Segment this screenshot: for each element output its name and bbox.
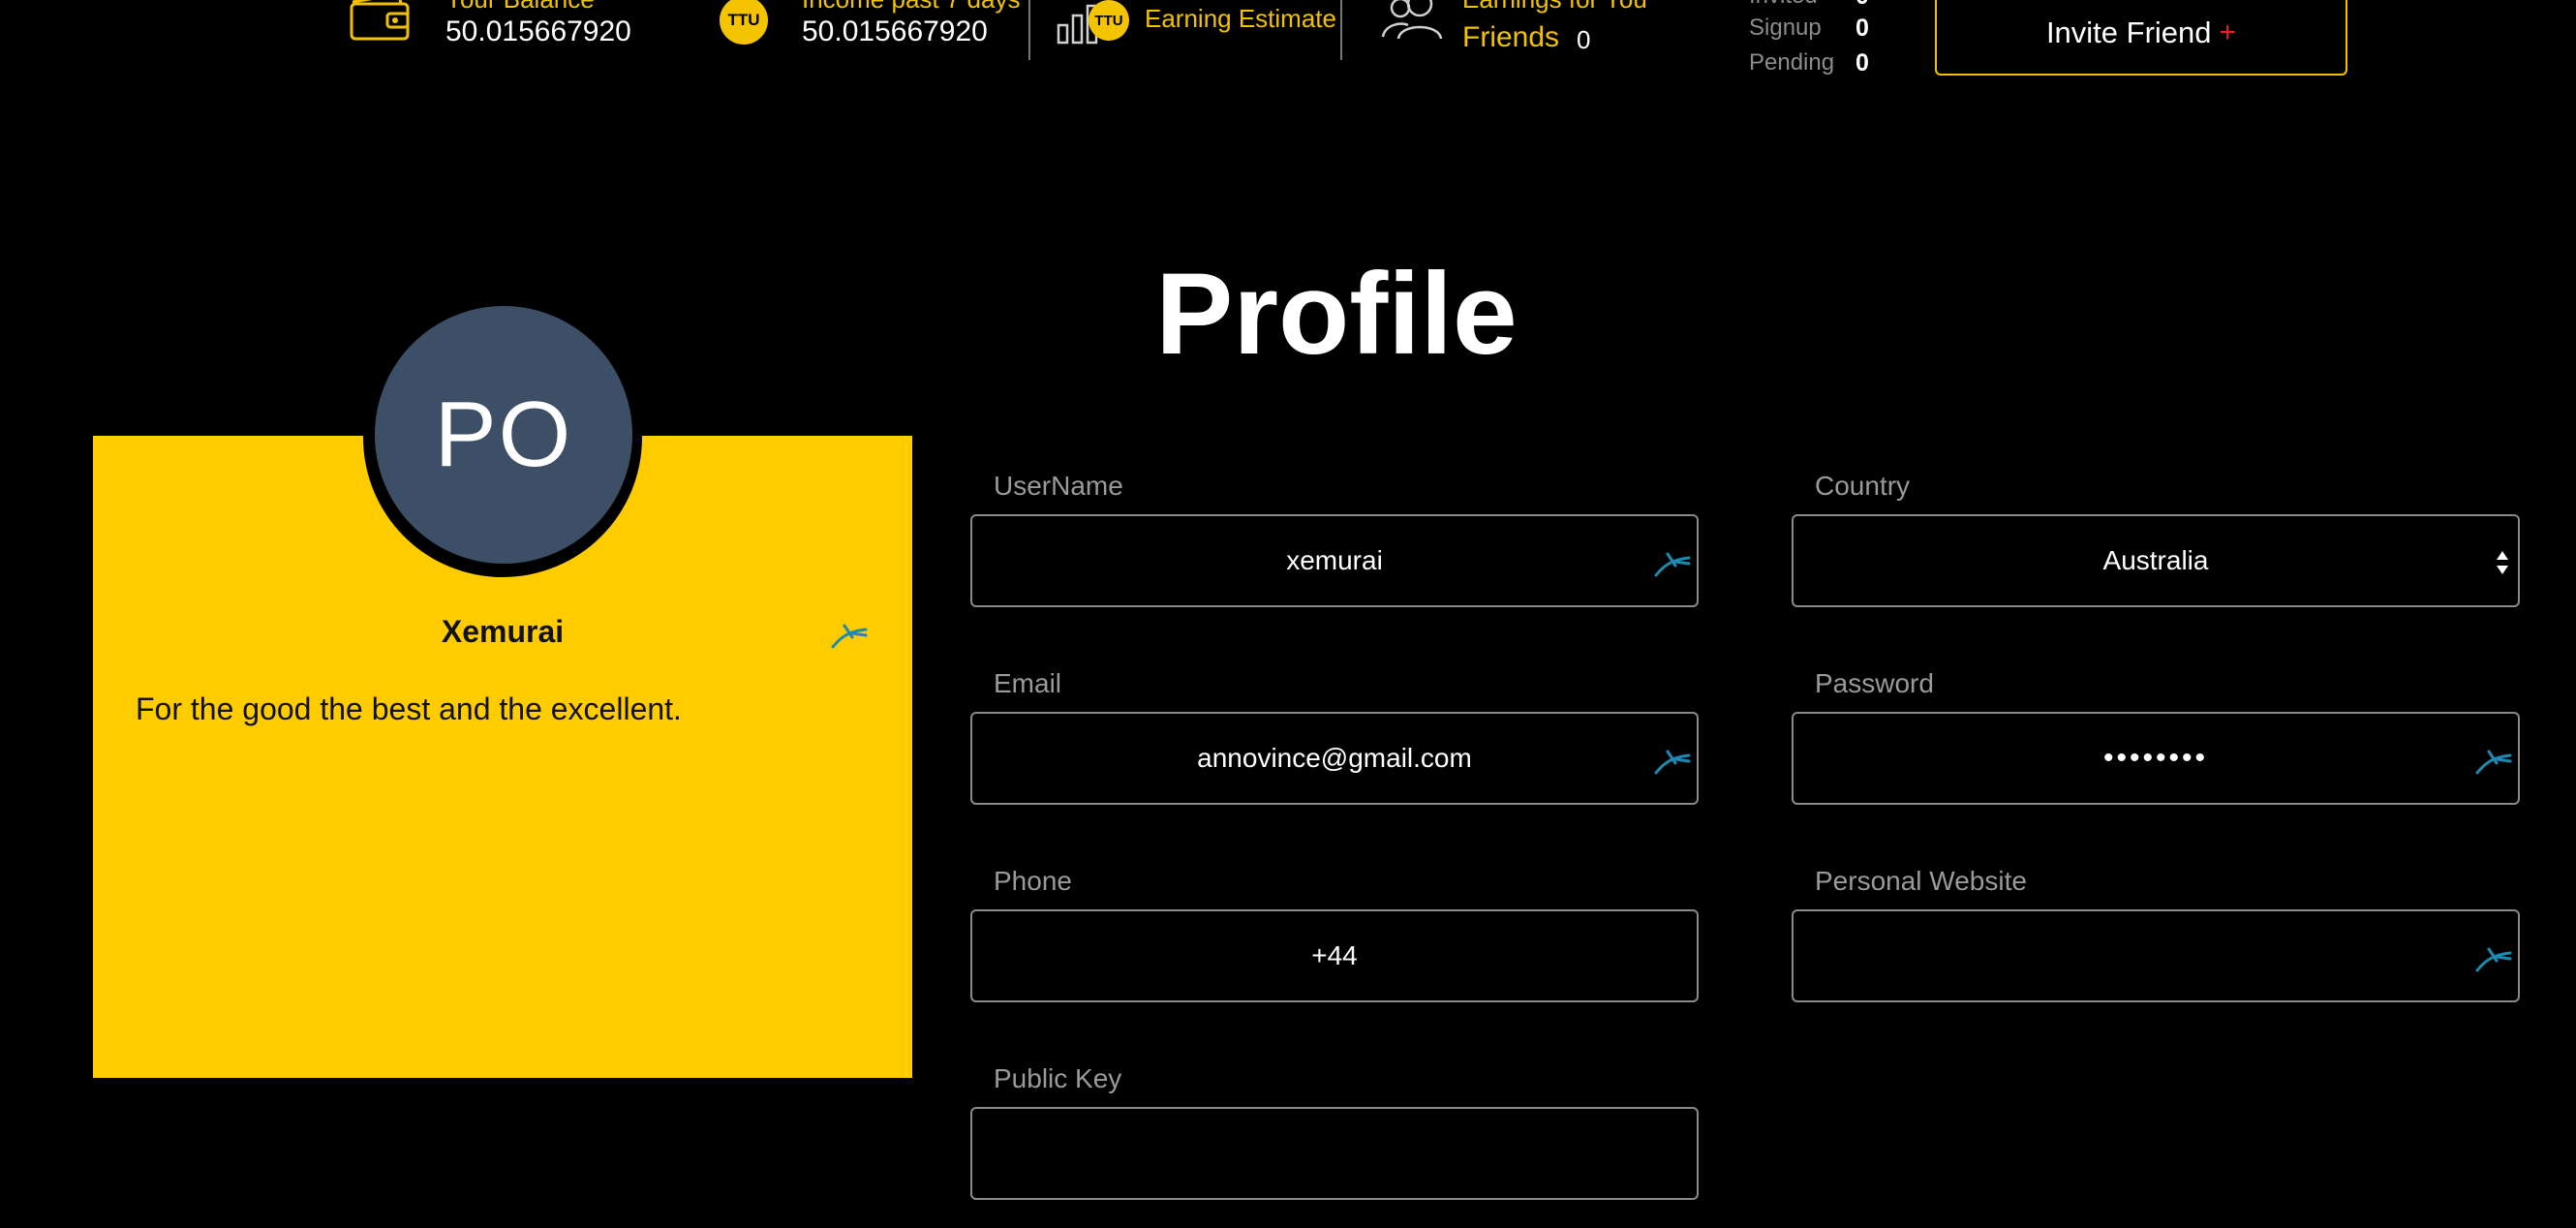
users-icon: [1381, 0, 1443, 40]
edit-icon[interactable]: [2475, 746, 2514, 775]
friends-label: Friends: [1462, 21, 1560, 53]
plus-icon: +: [2219, 16, 2237, 48]
select-arrows-icon: [2497, 551, 2508, 574]
page-title: Profile: [1155, 249, 1518, 379]
stats-divider: [1028, 0, 1030, 60]
edit-icon[interactable]: [2475, 943, 2514, 972]
profile-page: Your Balance 50.015667920 TTU Income pas…: [0, 0, 2576, 1228]
username-field[interactable]: xemurai: [970, 514, 1699, 607]
earning-coin-icon: TTU: [1089, 0, 1129, 41]
friends-value: 0: [1577, 25, 1591, 54]
username-value: xemurai: [1286, 545, 1383, 575]
password-label: Password: [1815, 668, 1934, 698]
signup-value: 0: [1855, 15, 1869, 42]
email-field[interactable]: annovince@gmail.com: [970, 712, 1699, 805]
phone-field[interactable]: +44: [970, 909, 1699, 1002]
avatar[interactable]: PO: [375, 306, 632, 564]
phone-label: Phone: [994, 866, 1072, 896]
country-select[interactable]: Australia: [1792, 514, 2520, 607]
balance-value: 50.015667920: [445, 15, 631, 47]
country-label: Country: [1815, 471, 1911, 501]
edit-icon[interactable]: [1654, 548, 1693, 577]
country-value: Australia: [2102, 545, 2209, 575]
balance-caption: Your Balance: [445, 0, 595, 15]
profile-name: Xemurai: [441, 614, 565, 649]
profile-bio: For the good the best and the excellent.: [136, 691, 682, 726]
email-label: Email: [994, 668, 1062, 698]
edit-icon[interactable]: [1654, 746, 1693, 775]
invited-label: Invited: [1749, 0, 1818, 10]
friends-caption: Earnings for You: [1462, 0, 1647, 15]
invite-friend-label: Invite Friend: [2045, 15, 2212, 49]
pending-label: Pending: [1749, 49, 1835, 76]
website-field[interactable]: [1792, 909, 2520, 1002]
income-value: 50.015667920: [802, 15, 988, 47]
income-caption: Income past 7 days: [802, 0, 1020, 15]
wallet-icon: [350, 0, 410, 41]
website-label: Personal Website: [1815, 866, 2027, 896]
email-value: annovince@gmail.com: [1197, 743, 1472, 773]
pending-value: 0: [1855, 49, 1869, 77]
earning-estimate-link[interactable]: Earning Estimate: [1145, 4, 1336, 34]
public-key-label: Public Key: [994, 1063, 1122, 1093]
password-value: ••••••••: [2102, 742, 2209, 774]
invite-friend-button[interactable]: Invite Friend +: [1935, 0, 2347, 76]
invited-value: 0: [1855, 0, 1869, 11]
password-field[interactable]: ••••••••: [1792, 712, 2520, 805]
signup-label: Signup: [1749, 15, 1822, 41]
public-key-field[interactable]: [970, 1107, 1699, 1200]
ttu-coin-icon: TTU: [720, 0, 768, 45]
stats-divider: [1340, 0, 1342, 60]
username-label: UserName: [994, 471, 1123, 501]
phone-value: +44: [1311, 940, 1358, 970]
edit-icon[interactable]: [831, 620, 870, 649]
